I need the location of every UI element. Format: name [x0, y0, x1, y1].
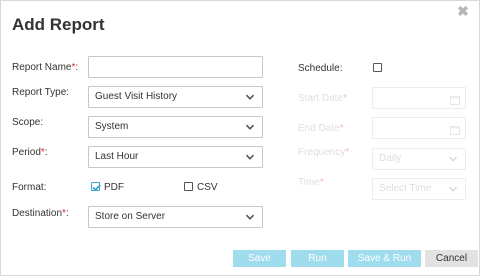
- start-date-label: Start Date*: [298, 93, 347, 104]
- period-label: Period*:: [12, 147, 48, 158]
- period-select[interactable]: Last Hour: [88, 146, 263, 168]
- frequency-label-text: Frequency: [298, 147, 346, 158]
- close-icon[interactable]: ✖: [456, 4, 470, 18]
- pdf-option-label: PDF: [104, 182, 124, 193]
- scope-select[interactable]: System: [88, 116, 263, 138]
- period-value: Last Hour: [95, 151, 139, 162]
- required-mark: *: [319, 177, 324, 188]
- start-date-input[interactable]: [372, 87, 466, 109]
- required-mark: *: [339, 123, 344, 134]
- frequency-select[interactable]: Daily: [372, 148, 466, 170]
- report-type-select[interactable]: Guest Visit History: [88, 86, 263, 108]
- scope-value: System: [95, 121, 129, 132]
- dialog-title: Add Report: [12, 15, 105, 34]
- calendar-icon: [450, 93, 460, 105]
- chevron-down-icon: [245, 152, 255, 162]
- schedule-label: Schedule:: [298, 63, 343, 74]
- cancel-button[interactable]: Cancel: [425, 250, 478, 267]
- add-report-dialog: Add Report ✖ Report Name*: Report Type: …: [0, 0, 480, 276]
- label-colon: :: [44, 147, 48, 158]
- time-placeholder: Select Time: [379, 183, 432, 194]
- chevron-down-icon: [448, 154, 458, 164]
- report-type-value: Guest Visit History: [95, 91, 178, 102]
- report-name-input[interactable]: [88, 56, 263, 78]
- csv-checkbox[interactable]: [184, 182, 193, 191]
- period-label-text: Period: [12, 147, 41, 158]
- start-date-label-text: Start Date: [298, 93, 344, 104]
- format-label: Format:: [12, 182, 47, 193]
- label-colon: :: [75, 62, 79, 73]
- chevron-down-icon: [245, 212, 255, 222]
- time-select[interactable]: Select Time: [372, 178, 466, 200]
- frequency-value: Daily: [379, 153, 402, 164]
- report-type-label: Report Type:: [12, 87, 70, 98]
- chevron-down-icon: [448, 184, 458, 194]
- frequency-label: Frequency*: [298, 147, 349, 158]
- time-label-text: Time: [298, 177, 320, 188]
- chevron-down-icon: [245, 122, 255, 132]
- end-date-label-text: End Date: [298, 123, 340, 134]
- destination-value: Store on Server: [95, 211, 166, 222]
- save-and-run-button[interactable]: Save & Run: [348, 250, 421, 267]
- scope-label: Scope:: [12, 117, 44, 128]
- required-mark: *: [345, 147, 350, 158]
- calendar-icon: [450, 123, 460, 135]
- end-date-input[interactable]: [372, 117, 466, 139]
- pdf-checkbox[interactable]: [91, 182, 101, 192]
- report-name-label: Report Name*:: [12, 62, 78, 73]
- checkmark-icon: [92, 184, 101, 192]
- label-colon: :: [65, 208, 69, 219]
- time-label: Time*: [298, 177, 324, 188]
- end-date-label: End Date*: [298, 123, 344, 134]
- run-button[interactable]: Run: [291, 250, 344, 267]
- chevron-down-icon: [245, 92, 255, 102]
- destination-label-text: Destination: [12, 208, 63, 219]
- save-button[interactable]: Save: [233, 250, 286, 267]
- destination-select[interactable]: Store on Server: [88, 206, 263, 228]
- csv-option-label: CSV: [197, 182, 218, 193]
- report-name-label-text: Report Name: [12, 62, 72, 73]
- schedule-checkbox[interactable]: [373, 63, 382, 72]
- destination-label: Destination*:: [12, 208, 69, 219]
- required-mark: *: [343, 93, 347, 104]
